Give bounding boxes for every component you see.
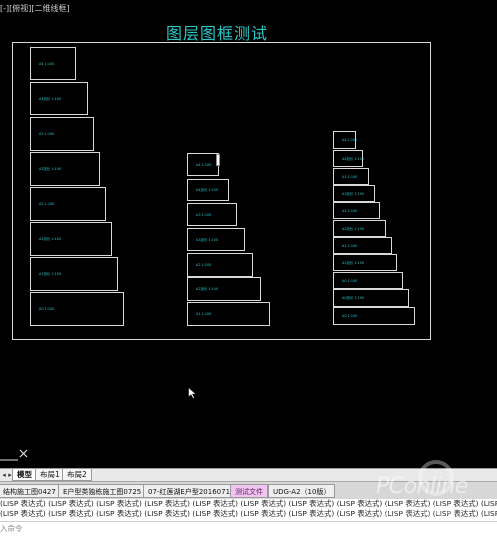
title-block-frame[interactable]: A2加长 1:100 xyxy=(30,222,112,256)
drawing-title: 图层图框测试 xyxy=(165,24,268,43)
command-history-line: (LISP 表达式) (LISP 表达式) (LISP 表达式) (LISP 表… xyxy=(0,509,497,518)
file-tab-active[interactable]: 测试文件 xyxy=(230,484,268,498)
title-block-frame[interactable]: A4 1:100 xyxy=(333,131,358,149)
title-block-label: A3加长 1:100 xyxy=(196,238,219,242)
mouse-cursor-icon xyxy=(188,387,197,399)
title-block-label: A3 1:100 xyxy=(196,213,212,217)
title-block-frame[interactable]: A0 1:100 xyxy=(333,272,403,289)
title-block-label: A2加长 1:100 xyxy=(196,287,219,291)
title-block-frame[interactable]: A0加长 1:100 xyxy=(333,289,409,307)
title-block-frame[interactable]: A1 1:100 xyxy=(187,302,270,326)
title-block-frame[interactable]: A0 1:100 xyxy=(30,292,124,326)
file-tab[interactable]: 07-红莲湖E户型20160718 xyxy=(143,484,240,498)
title-block-frame[interactable]: A3 1:100 xyxy=(333,168,369,185)
title-block-label: A1加长 1:100 xyxy=(342,261,365,265)
title-block-label: A0 1:100 xyxy=(39,307,55,311)
title-block-frame[interactable]: A3 1:100 xyxy=(187,203,237,226)
tab-model[interactable]: 模型 xyxy=(12,469,37,481)
title-block-label: A2 1:100 xyxy=(39,202,55,206)
tab-layout1[interactable]: 布局1 xyxy=(35,469,65,481)
command-history: (LISP 表达式) (LISP 表达式) (LISP 表达式) (LISP 表… xyxy=(0,499,497,521)
title-block-frame[interactable]: A0 1:100 xyxy=(333,307,415,325)
title-block-label: A2加长 1:100 xyxy=(342,227,365,231)
title-block-label: A2加长 1:100 xyxy=(39,237,62,241)
title-block-label: A0 1:100 xyxy=(342,314,358,318)
title-block-label: A4加长 1:100 xyxy=(342,157,365,161)
title-block-frame[interactable]: A1加长 1:100 xyxy=(30,257,118,291)
title-block-frame[interactable]: A4 1:100 xyxy=(187,153,219,176)
title-block-frame[interactable]: A3加长 1:100 xyxy=(30,152,100,186)
title-block-frame[interactable]: A3加长 1:100 xyxy=(333,185,375,202)
title-block-label: A2 1:100 xyxy=(196,263,212,267)
title-block-frame[interactable]: A4加长 1:100 xyxy=(187,179,229,201)
command-input[interactable]: 入命令 xyxy=(0,521,497,536)
tab-layout2[interactable]: 布局2 xyxy=(62,469,92,481)
ucs-icon xyxy=(0,449,28,461)
view-controls-label[interactable]: [-][俯视][二维线框] xyxy=(0,3,70,14)
title-block-frame[interactable]: A4 1:100 xyxy=(30,47,76,80)
title-block-label: A3 1:100 xyxy=(39,132,55,136)
title-block-frame[interactable]: A1 1:100 xyxy=(333,237,392,254)
title-block-label: A4加长 1:100 xyxy=(39,97,62,101)
title-block-label: A1 1:100 xyxy=(196,312,212,316)
title-block-label: A4 1:100 xyxy=(196,163,212,167)
title-block-label: A3加长 1:100 xyxy=(39,167,62,171)
title-block-label: A4 1:100 xyxy=(342,138,358,142)
file-tab[interactable]: E户型类独栋施工图0725 xyxy=(58,484,147,498)
title-block-label: A0加长 1:100 xyxy=(342,296,365,300)
title-block-label: A1 1:100 xyxy=(342,244,358,248)
title-block-label: A0 1:100 xyxy=(342,279,358,283)
selection-grip[interactable] xyxy=(216,154,220,166)
title-block-label: A3 1:100 xyxy=(342,175,358,179)
drawing-viewport[interactable]: [-][俯视][二维线框] 图层图框测试 A4 1:100 A4加长 1:100 A… xyxy=(0,0,497,468)
title-block-frame[interactable]: A4加长 1:100 xyxy=(333,150,365,167)
title-block-frame[interactable]: A2 1:100 xyxy=(187,253,253,277)
title-block-label: A4加长 1:100 xyxy=(196,188,219,192)
layout-tabs-bar: ◂ ▸ 模型 布局1 布局2 xyxy=(0,468,497,481)
title-block-label: A3加长 1:100 xyxy=(342,192,365,196)
title-block-frame[interactable]: A2 1:100 xyxy=(30,187,106,221)
title-block-label: A4 1:100 xyxy=(39,62,55,66)
command-history-line: (LISP 表达式) (LISP 表达式) (LISP 表达式) (LISP 表… xyxy=(0,499,497,508)
title-block-frame[interactable]: A2 1:100 xyxy=(333,202,380,219)
title-block-frame[interactable]: A1加长 1:100 xyxy=(333,254,397,271)
file-tabs-bar: 结构施工图0427 E户型类独栋施工图0725 07-红莲湖E户型2016071… xyxy=(0,481,497,499)
file-tab[interactable]: UDG-A2（10版） xyxy=(268,484,336,498)
title-block-frame[interactable]: A2加长 1:100 xyxy=(187,277,261,301)
file-tab[interactable]: 结构施工图0427 xyxy=(0,484,61,498)
title-block-frame[interactable]: A4加长 1:100 xyxy=(30,82,88,115)
title-block-frame[interactable]: A2加长 1:100 xyxy=(333,220,386,237)
title-block-label: A2 1:100 xyxy=(342,209,358,213)
title-block-label: A1加长 1:100 xyxy=(39,272,62,276)
title-block-frame[interactable]: A3 1:100 xyxy=(30,117,94,151)
title-block-frame[interactable]: A3加长 1:100 xyxy=(187,228,245,251)
